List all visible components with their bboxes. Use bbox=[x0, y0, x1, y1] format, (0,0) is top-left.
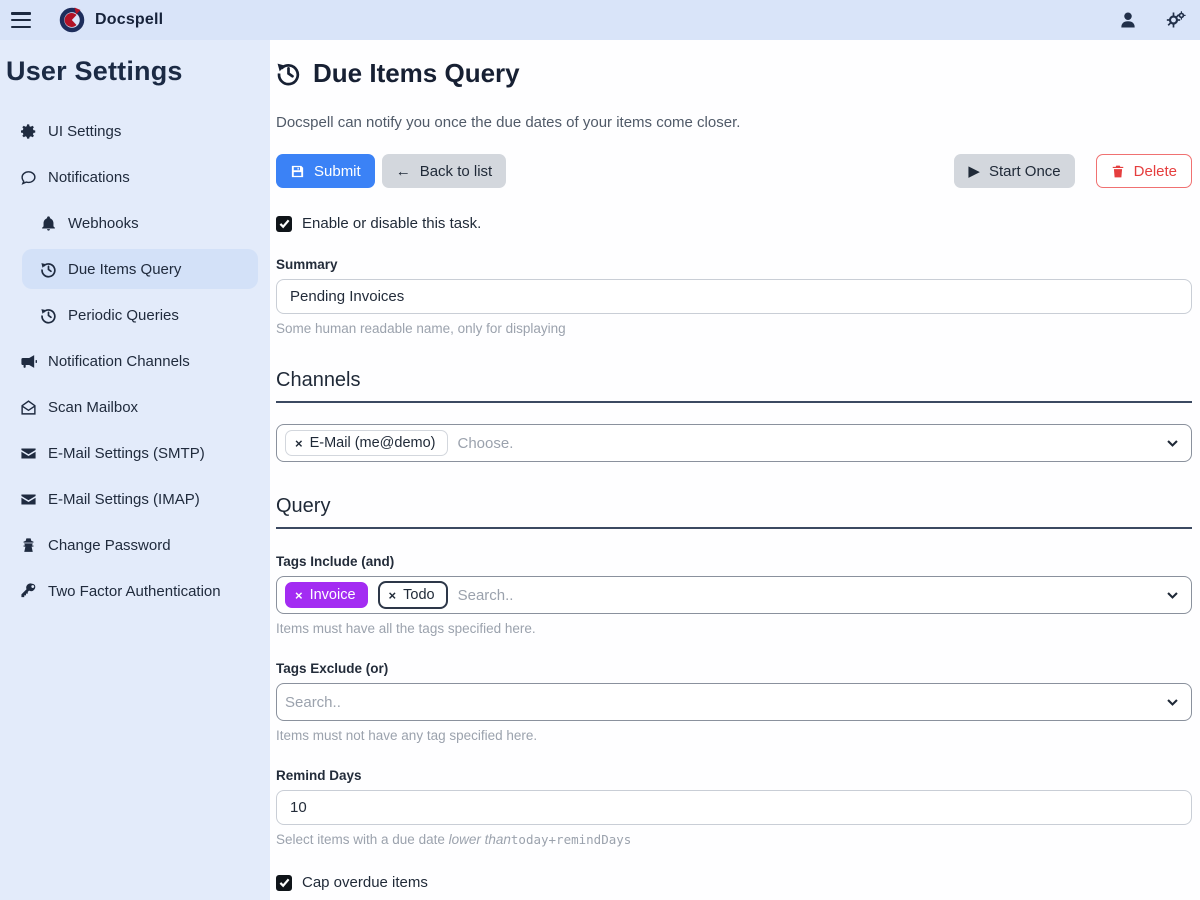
delete-button[interactable]: Delete bbox=[1096, 154, 1192, 188]
save-icon bbox=[290, 164, 305, 179]
check-icon bbox=[279, 218, 290, 229]
sidebar-title: User Settings bbox=[0, 48, 270, 87]
channels-heading: Channels bbox=[276, 369, 1192, 403]
tags-include-placeholder: Search.. bbox=[458, 587, 514, 604]
sidebar-item-ui-settings[interactable]: UI Settings bbox=[0, 111, 258, 151]
bell-icon bbox=[40, 215, 57, 232]
cap-overdue-row: Cap overdue items bbox=[276, 874, 1192, 891]
user-secret-icon bbox=[20, 537, 37, 554]
sidebar-item-two-factor-auth[interactable]: Two Factor Authentication bbox=[0, 571, 258, 611]
sidebar-item-webhooks[interactable]: Webhooks bbox=[0, 203, 258, 243]
enable-task-checkbox[interactable] bbox=[276, 216, 292, 232]
query-heading: Query bbox=[276, 495, 1192, 529]
sidebar-item-label: Notifications bbox=[48, 169, 130, 186]
top-bar: Docspell bbox=[0, 0, 1200, 40]
summary-label: Summary bbox=[276, 257, 1192, 272]
sidebar-item-email-smtp[interactable]: E-Mail Settings (SMTP) bbox=[0, 433, 258, 473]
chevron-down-icon bbox=[1166, 437, 1179, 450]
bullhorn-icon bbox=[20, 353, 37, 370]
sidebar-item-label: UI Settings bbox=[48, 123, 121, 140]
sidebar-item-label: Notification Channels bbox=[48, 353, 190, 370]
tags-exclude-placeholder: Search.. bbox=[285, 694, 341, 711]
sidebar-item-label: Due Items Query bbox=[68, 261, 181, 278]
chevron-down-icon bbox=[1166, 589, 1179, 602]
remind-days-input[interactable]: 10 bbox=[276, 790, 1192, 825]
envelope-open-icon bbox=[20, 399, 37, 416]
enable-task-row: Enable or disable this task. bbox=[276, 215, 1192, 232]
brand[interactable]: Docspell bbox=[59, 7, 163, 33]
trash-icon bbox=[1111, 164, 1125, 179]
tag-chip-todo[interactable]: × Todo bbox=[378, 581, 448, 609]
submit-button[interactable]: Submit bbox=[276, 154, 375, 188]
sidebar-item-notifications[interactable]: Notifications bbox=[0, 157, 258, 197]
tags-exclude-select[interactable]: Search.. bbox=[276, 683, 1192, 721]
history-icon bbox=[40, 261, 57, 278]
sidebar-item-due-items-query[interactable]: Due Items Query bbox=[22, 249, 258, 289]
arrow-left-icon: ← bbox=[396, 164, 411, 179]
sidebar-item-scan-mailbox[interactable]: Scan Mailbox bbox=[0, 387, 258, 427]
tags-include-label: Tags Include (and) bbox=[276, 554, 1192, 569]
brand-name: Docspell bbox=[95, 11, 163, 29]
channels-placeholder: Choose. bbox=[458, 435, 514, 452]
play-icon: ▶ bbox=[968, 164, 980, 179]
tags-exclude-help: Items must not have any tag specified he… bbox=[276, 728, 1192, 743]
docspell-logo-icon bbox=[59, 7, 85, 33]
sidebar-item-label: Change Password bbox=[48, 537, 171, 554]
page-subtitle: Docspell can notify you once the due dat… bbox=[276, 114, 1192, 131]
envelope-icon bbox=[20, 491, 37, 508]
sidebar-item-change-password[interactable]: Change Password bbox=[0, 525, 258, 565]
channels-select[interactable]: × E-Mail (me@demo) Choose. bbox=[276, 424, 1192, 462]
sidebar-item-label: Scan Mailbox bbox=[48, 399, 138, 416]
menu-hamburger-icon[interactable] bbox=[11, 12, 31, 28]
tag-chip-invoice[interactable]: × Invoice bbox=[285, 582, 368, 608]
gears-icon[interactable] bbox=[1166, 10, 1186, 30]
history-icon bbox=[276, 61, 301, 86]
history-icon bbox=[40, 307, 57, 324]
back-to-list-button[interactable]: ← Back to list bbox=[382, 154, 507, 188]
user-icon[interactable] bbox=[1118, 10, 1138, 30]
remove-chip-icon[interactable]: × bbox=[295, 437, 303, 450]
cap-overdue-checkbox[interactable] bbox=[276, 875, 292, 891]
key-icon bbox=[20, 583, 37, 600]
enable-task-label: Enable or disable this task. bbox=[302, 215, 481, 232]
start-once-button[interactable]: ▶ Start Once bbox=[954, 154, 1074, 188]
sidebar-item-label: Webhooks bbox=[68, 215, 139, 232]
remind-days-help: Select items with a due date lower thant… bbox=[276, 832, 1192, 847]
tags-exclude-label: Tags Exclude (or) bbox=[276, 661, 1192, 676]
summary-input[interactable]: Pending Invoices bbox=[276, 279, 1192, 314]
sidebar-item-label: E-Mail Settings (IMAP) bbox=[48, 491, 200, 508]
summary-help: Some human readable name, only for displ… bbox=[276, 321, 1192, 336]
sidebar-item-label: Periodic Queries bbox=[68, 307, 179, 324]
gear-icon bbox=[20, 123, 37, 140]
chevron-down-icon bbox=[1166, 696, 1179, 709]
check-icon bbox=[279, 877, 290, 888]
sidebar-item-notification-channels[interactable]: Notification Channels bbox=[0, 341, 258, 381]
channel-chip[interactable]: × E-Mail (me@demo) bbox=[285, 430, 448, 456]
main-content: Due Items Query Docspell can notify you … bbox=[270, 40, 1200, 900]
remove-chip-icon[interactable]: × bbox=[389, 589, 397, 602]
tags-include-select[interactable]: × Invoice × Todo Search.. bbox=[276, 576, 1192, 614]
remind-days-label: Remind Days bbox=[276, 768, 1192, 783]
page-title: Due Items Query bbox=[276, 58, 1192, 89]
sidebar-item-email-imap[interactable]: E-Mail Settings (IMAP) bbox=[0, 479, 258, 519]
envelope-icon bbox=[20, 445, 37, 462]
sidebar: User Settings UI Settings Notifications … bbox=[0, 40, 270, 900]
page-title-text: Due Items Query bbox=[313, 58, 520, 89]
sidebar-item-label: Two Factor Authentication bbox=[48, 583, 221, 600]
remove-chip-icon[interactable]: × bbox=[295, 589, 303, 602]
comment-icon bbox=[20, 169, 37, 186]
cap-overdue-label: Cap overdue items bbox=[302, 874, 428, 891]
sidebar-item-periodic-queries[interactable]: Periodic Queries bbox=[0, 295, 258, 335]
sidebar-item-label: E-Mail Settings (SMTP) bbox=[48, 445, 205, 462]
tags-include-help: Items must have all the tags specified h… bbox=[276, 621, 1192, 636]
